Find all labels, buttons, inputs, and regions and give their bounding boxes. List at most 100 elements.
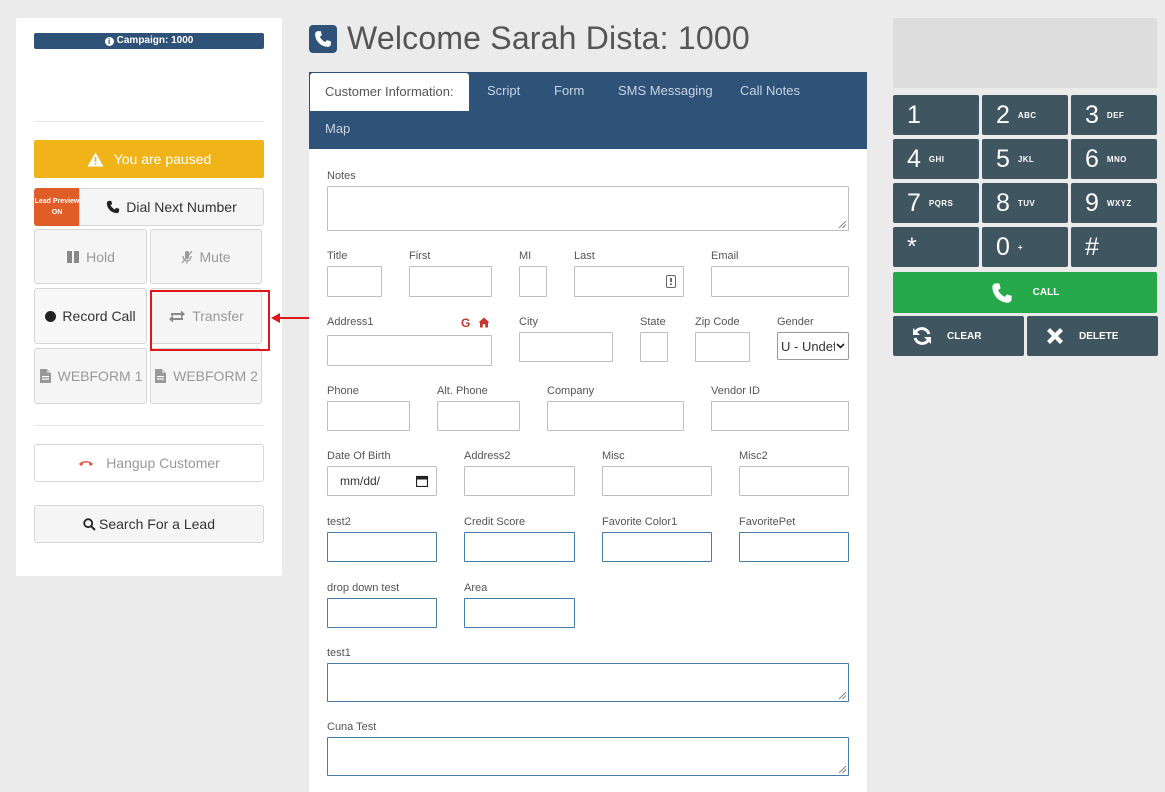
gender-select[interactable]: U - Undefined [777, 332, 849, 360]
zip-label: Zip Code [695, 316, 740, 328]
email-field[interactable] [711, 266, 849, 297]
tab-sms-messaging[interactable]: SMS Messaging [618, 72, 713, 110]
page-title: Welcome Sarah Dista: 1000 [309, 20, 750, 57]
first-field[interactable] [409, 266, 492, 297]
mi-field[interactable] [519, 266, 547, 297]
misc2-field[interactable] [739, 466, 849, 496]
clear-button[interactable]: CLEAR [893, 316, 1024, 356]
address1-field[interactable] [327, 335, 492, 366]
dialpad-key-8[interactable]: 8 TUV [982, 183, 1068, 223]
dial-next-number-button[interactable]: Dial Next Number [79, 188, 264, 226]
call-button[interactable]: CALL [893, 272, 1157, 313]
area-field[interactable] [464, 598, 575, 628]
hangup-customer-button[interactable]: Hangup Customer [34, 444, 264, 482]
key-number: 7 [907, 188, 921, 217]
last-field[interactable] [574, 266, 684, 297]
key-number: 6 [1085, 144, 1099, 173]
dob-label: Date Of Birth [327, 450, 391, 462]
google-icon[interactable]: G [461, 316, 470, 330]
dialpad-key-3[interactable]: 3 DEF [1071, 95, 1157, 135]
dialpad-key-6[interactable]: 6 MNO [1071, 139, 1157, 179]
test1-label: test1 [327, 647, 351, 659]
lead-preview-toggle[interactable]: Lead Preview ON [34, 188, 80, 226]
cuna-test-field[interactable] [327, 737, 849, 776]
key-letters: + [1017, 242, 1023, 252]
tab-bar: Customer Information: Script Form SMS Me… [309, 72, 867, 149]
favorite-color1-label: Favorite Color1 [602, 516, 678, 528]
dialpad-key-5[interactable]: 5 JKL [982, 139, 1068, 179]
webform1-button[interactable]: WEBFORM 1 [34, 348, 147, 404]
key-number: * [907, 232, 917, 261]
webform2-button[interactable]: WEBFORM 2 [150, 348, 262, 404]
tab-map[interactable]: Map [325, 110, 350, 148]
phone-icon [992, 282, 1012, 303]
phone-icon [107, 200, 120, 214]
credit-score-field[interactable] [464, 532, 575, 562]
vendor-id-field[interactable] [711, 401, 849, 431]
dialpad-key-0[interactable]: 0 + [982, 227, 1068, 267]
gender-value: U - Undefined [781, 338, 835, 354]
alt-phone-field[interactable] [437, 401, 520, 431]
cuna-test-label: Cuna Test [327, 721, 377, 733]
tab-form[interactable]: Form [554, 72, 584, 110]
mute-button[interactable]: Mute [150, 229, 262, 284]
key-number: 0 [996, 232, 1010, 261]
delete-label: DELETE [1079, 330, 1119, 342]
state-field[interactable] [640, 332, 668, 362]
dialpad-key-1[interactable]: 1 [893, 95, 979, 135]
notes-field[interactable] [327, 186, 849, 231]
refresh-icon [913, 327, 931, 345]
document-icon [39, 369, 51, 383]
favorite-pet-field[interactable] [739, 532, 849, 562]
hold-button[interactable]: Hold [34, 229, 147, 284]
dialpad-key-7[interactable]: 7 PQRS [893, 183, 979, 223]
tab-script[interactable]: Script [487, 72, 520, 110]
dob-field[interactable]: mm/dd/ [327, 466, 437, 496]
tab-call-notes[interactable]: Call Notes [740, 72, 800, 110]
warning-icon [87, 152, 104, 166]
dialpad-display[interactable] [893, 18, 1157, 88]
search-icon [83, 517, 96, 531]
title-field[interactable] [327, 266, 382, 297]
key-number: # [1085, 232, 1099, 261]
dialpad-key-9[interactable]: 9 WXYZ [1071, 183, 1157, 223]
area-label: Area [464, 582, 488, 594]
search-for-lead-button[interactable]: Search For a Lead [34, 505, 264, 543]
company-field[interactable] [547, 401, 684, 431]
dialpad-key-hash[interactable]: # [1071, 227, 1157, 267]
info-icon: i [104, 37, 114, 46]
address2-label: Address2 [464, 450, 511, 462]
delete-button[interactable]: DELETE [1027, 316, 1158, 356]
tab-customer-information[interactable]: Customer Information: [310, 73, 469, 111]
contact-card-icon [666, 275, 676, 288]
home-icon[interactable] [478, 317, 490, 328]
divider [34, 425, 264, 426]
dialpad-key-2[interactable]: 2 ABC [982, 95, 1068, 135]
mi-label: MI [519, 250, 532, 262]
calendar-icon[interactable] [416, 475, 428, 487]
drop-down-test-label: drop down test [327, 582, 400, 594]
hangup-label: Hangup Customer [106, 455, 220, 471]
city-field[interactable] [519, 332, 613, 362]
address2-field[interactable] [464, 466, 575, 496]
key-number: 8 [996, 188, 1010, 217]
gender-label: Gender [777, 316, 814, 328]
record-call-button[interactable]: Record Call [34, 288, 147, 344]
webform1-label: WEBFORM 1 [57, 368, 143, 384]
mute-label: Mute [199, 248, 231, 265]
key-letters: MNO [1106, 154, 1127, 164]
dialpad-key-4[interactable]: 4 GHI [893, 139, 979, 179]
campaign-badge: i Campaign: 1000 [34, 33, 264, 49]
drop-down-test-field[interactable] [327, 598, 437, 628]
phone-field[interactable] [327, 401, 410, 431]
misc-field[interactable] [602, 466, 712, 496]
favorite-color1-field[interactable] [602, 532, 712, 562]
test1-field[interactable] [327, 663, 849, 702]
test2-field[interactable] [327, 532, 437, 562]
key-letters: DEF [1106, 110, 1125, 120]
favorite-pet-label: FavoritePet [739, 516, 796, 528]
notes-label: Notes [327, 170, 356, 182]
dialpad-key-star[interactable]: * [893, 227, 979, 267]
zip-field[interactable] [695, 332, 750, 362]
clear-label: CLEAR [947, 330, 982, 342]
